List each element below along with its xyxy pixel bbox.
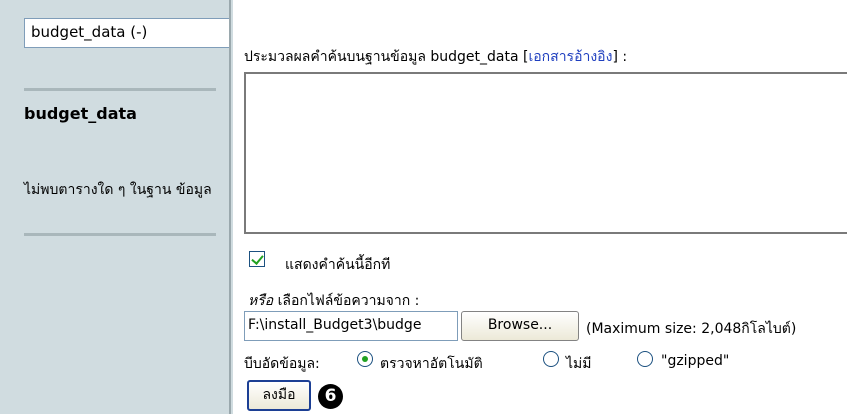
compression-none-radio[interactable] [543, 351, 559, 367]
file-import-heading: หรือ เลือกไฟล์ข้อความจาก : [248, 290, 419, 312]
sidebar-divider [24, 233, 216, 236]
sidebar-divider [24, 88, 216, 91]
show-query-again-label[interactable]: แสดงคำค้นนี้อีกที [285, 254, 390, 276]
frame-separator[interactable] [229, 0, 231, 414]
show-query-again-checkbox[interactable] [249, 251, 265, 267]
browse-button[interactable]: Browse... [461, 311, 579, 341]
file-path-input[interactable]: F:\install_Budget3\budge [244, 311, 458, 341]
sql-heading-suffix: ] : [612, 49, 628, 65]
sql-query-heading: ประมวลผลคำค้นบนฐานข้อมูล budget_data [เอ… [244, 46, 627, 68]
no-tables-message: ไม่พบตารางใด ๆ ในฐาน ข้อมูล [24, 182, 212, 198]
file-heading-text: เลือกไฟล์ข้อความจาก : [273, 293, 420, 309]
sql-query-textarea[interactable] [244, 72, 847, 234]
database-name[interactable]: budget_data [24, 104, 137, 123]
file-heading-or: หรือ [248, 293, 274, 309]
go-button[interactable]: ลงมือ [247, 380, 311, 411]
compression-gzip-label[interactable]: "gzipped" [661, 353, 729, 369]
compression-none-label[interactable]: ไม่มี [566, 353, 592, 375]
compression-auto-label[interactable]: ตรวจหาอัตโนมัติ [380, 353, 483, 375]
left-sidebar: budget_data (-) budget_data ไม่พบตารางใด… [0, 0, 233, 414]
database-select[interactable]: budget_data (-) [24, 18, 230, 48]
step-number-badge: 6 [318, 384, 343, 409]
max-size-note: (Maximum size: 2,048กิโลไบต์) [586, 321, 797, 337]
compression-auto-radio[interactable] [357, 351, 373, 367]
sql-heading-text: ประมวลผลคำค้นบนฐานข้อมูล budget_data [ [244, 49, 529, 65]
documentation-link[interactable]: เอกสารอ้างอิง [528, 49, 612, 65]
compression-gzip-radio[interactable] [637, 351, 653, 367]
compression-label: บีบอัดข้อมูล: [244, 356, 320, 372]
